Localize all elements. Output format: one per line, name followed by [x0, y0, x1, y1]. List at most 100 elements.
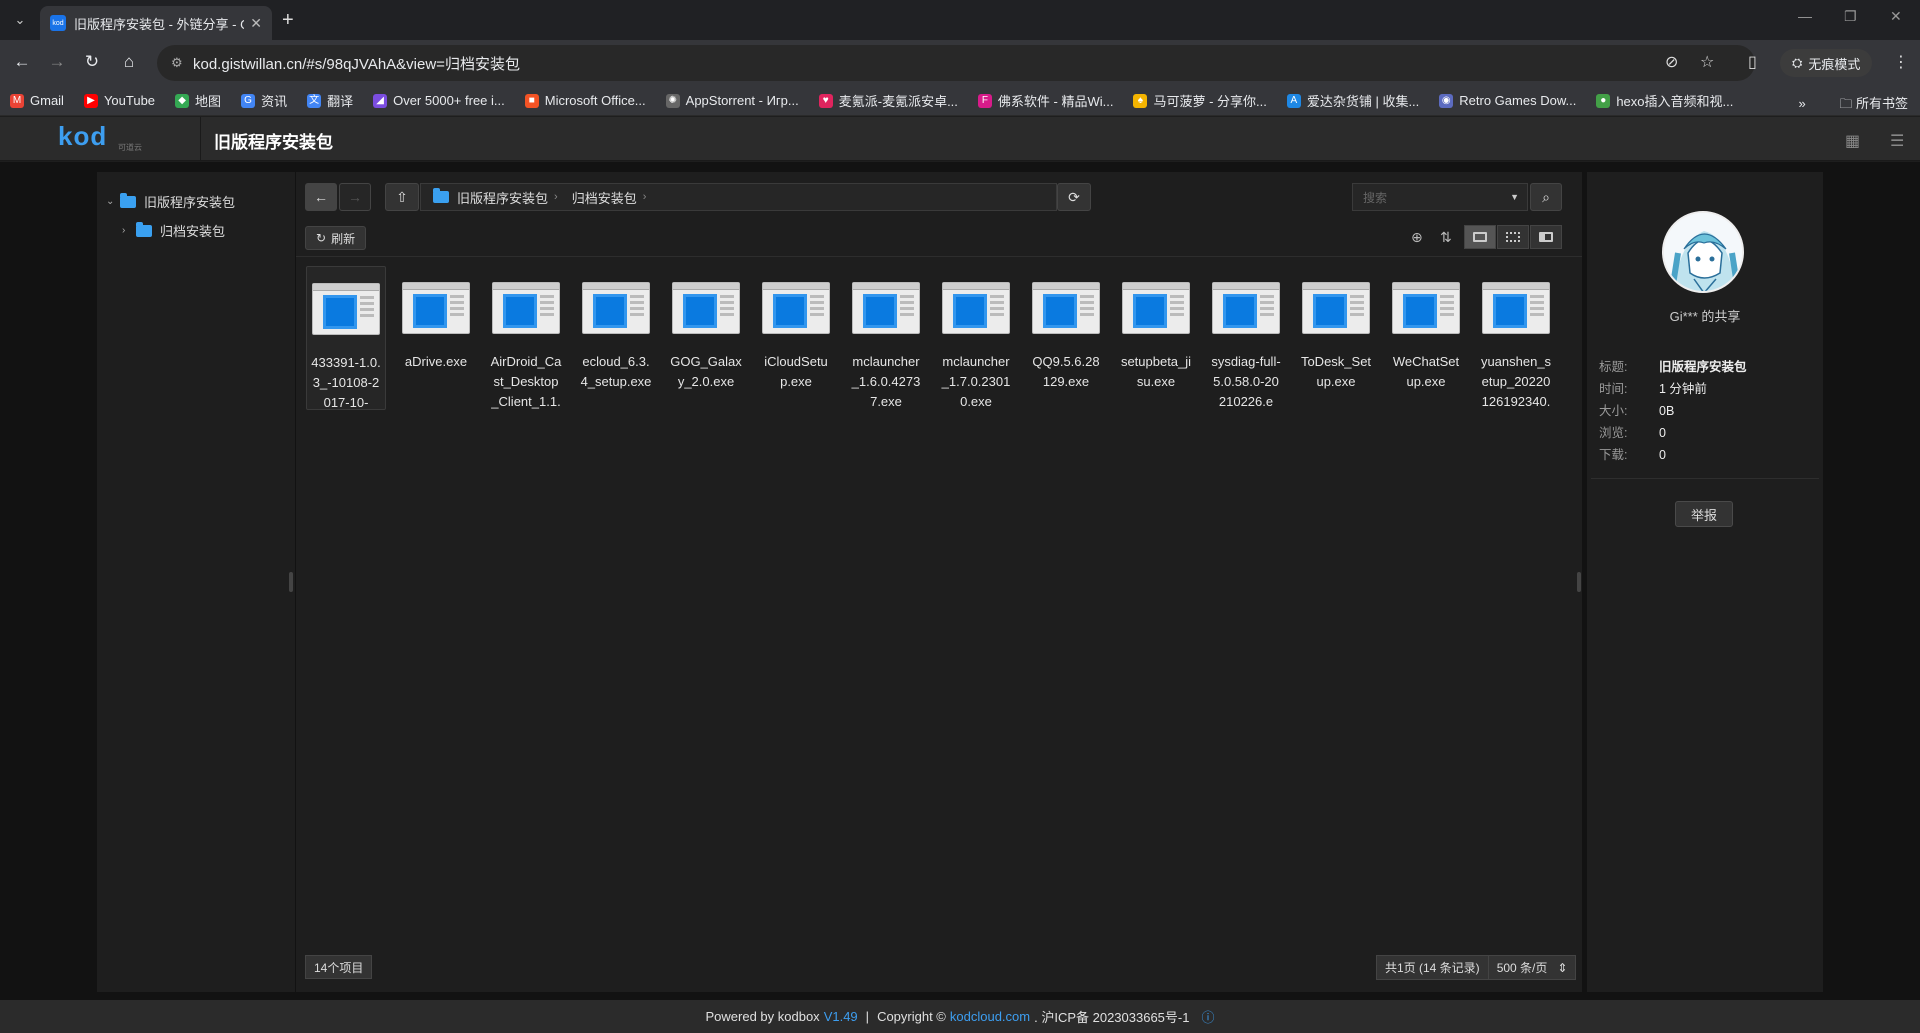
info-icon[interactable]: ⓘ	[1201, 1007, 1214, 1026]
file-item[interactable]: mclauncher_1.7.0.23010.exe	[936, 266, 1016, 410]
chevron-right-icon[interactable]: ›	[122, 225, 136, 236]
browser-tab-active[interactable]: kod 旧版程序安装包 - 外链分享 - G ✕	[40, 6, 272, 40]
view-split-mode-button[interactable]	[1530, 225, 1562, 249]
site-info-icon[interactable]: ⚙	[171, 55, 193, 71]
search-button[interactable]: ⌕	[1530, 183, 1562, 211]
left-splitter-handle[interactable]	[289, 572, 293, 592]
back-nav-button[interactable]: ←	[305, 183, 337, 211]
sort-icon[interactable]: ⇅	[1440, 229, 1452, 246]
avatar	[1662, 211, 1744, 293]
window-close-icon[interactable]: ✕	[1890, 8, 1902, 25]
restore-icon[interactable]: ❐	[1844, 8, 1857, 25]
side-panel-icon[interactable]: ▯	[1748, 52, 1757, 72]
footer-site-link[interactable]: kodcloud.com	[950, 1009, 1030, 1024]
icon-stripe	[450, 295, 464, 298]
bookmark-item[interactable]: 文翻译	[307, 91, 353, 110]
bookmark-item[interactable]: ♠ 马可菠萝 - 分享你...	[1133, 91, 1267, 110]
home-icon[interactable]: ⌂	[117, 52, 141, 72]
right-splitter-handle[interactable]	[1577, 572, 1581, 592]
bookmark-item[interactable]: G 资讯	[241, 91, 287, 110]
zoom-icon[interactable]: ⊕	[1411, 229, 1423, 246]
bookmark-label: 佛系软件 - 精品Wi...	[997, 94, 1114, 109]
share-info-panel	[1587, 172, 1823, 992]
up-folder-button[interactable]: ⇧	[385, 183, 419, 211]
report-button[interactable]: 举报	[1675, 501, 1733, 527]
all-bookmarks[interactable]: » 🗀 所有书签	[1798, 93, 1908, 117]
bookmark-item[interactable]: M Gmail	[10, 93, 64, 108]
breadcrumb-item[interactable]: 旧版程序安装包 ›	[433, 188, 558, 207]
reload-path-button[interactable]: ⟳	[1057, 183, 1091, 211]
file-item[interactable]: yuanshen_setup_20220126192340.	[1476, 266, 1556, 410]
new-tab-icon[interactable]: +	[282, 10, 294, 30]
incognito-badge[interactable]: ⛭ 无痕模式	[1780, 49, 1873, 77]
footer-icp[interactable]: . 沪ICP备 2023033665号-1	[1034, 1007, 1189, 1026]
file-item[interactable]: ToDesk_Setup.exe	[1296, 266, 1376, 410]
bookmark-item[interactable]: ■ Microsoft Office...	[524, 93, 646, 108]
grid-apps-icon[interactable]: ▦	[1845, 131, 1860, 151]
icon-stripe	[540, 295, 554, 298]
view-icon-mode-button[interactable]	[1464, 225, 1496, 249]
file-item[interactable]: setupbeta_jisu.exe	[1116, 266, 1196, 410]
reload-icon[interactable]: ↻	[80, 52, 104, 72]
forward-icon[interactable]: →	[45, 52, 69, 72]
back-icon[interactable]: ←	[10, 52, 34, 72]
info-key: 大小:	[1599, 404, 1628, 418]
search-input[interactable]: 搜索 ▼	[1352, 183, 1528, 211]
hamburger-menu-icon[interactable]: ☰	[1890, 131, 1904, 151]
file-item[interactable]: aDrive.exe	[396, 266, 476, 410]
bookmark-item[interactable]: ◉ Retro Games Dow...	[1439, 93, 1576, 108]
bookmark-item[interactable]: ● hexo插入音频和视...	[1596, 91, 1733, 110]
tree-item-archive[interactable]: › 归档安装包	[122, 221, 225, 240]
bookmark-item[interactable]: F 佛系软件 - 精品Wi...	[977, 91, 1114, 110]
breadcrumb-item[interactable]: 归档安装包 ›	[572, 188, 647, 207]
bookmark-item[interactable]: ◆ 地图	[175, 91, 221, 110]
exe-file-icon	[582, 282, 650, 334]
caret-down-icon[interactable]: ▼	[1510, 192, 1519, 202]
file-name: GOG_Galaxy_2.0.exe	[670, 354, 742, 389]
per-page-select[interactable]: 500 条/页 ⇕	[1489, 959, 1576, 976]
eye-off-icon[interactable]: ⊘	[1665, 52, 1678, 72]
file-name: setupbeta_jisu.exe	[1120, 354, 1192, 389]
exe-file-icon	[402, 282, 470, 334]
pagination[interactable]: 共1页 (14 条记录) 500 条/页 ⇕	[1376, 955, 1577, 980]
kod-logo[interactable]: kod	[58, 121, 107, 152]
bookmark-item[interactable]: ♥ 麦氪派-麦氪派安卓...	[818, 91, 958, 110]
file-item[interactable]: mclauncher_1.6.0.42737.exe	[846, 266, 926, 410]
exe-file-icon	[1302, 282, 1370, 334]
exe-file-icon	[1032, 282, 1100, 334]
forward-nav-button[interactable]: →	[339, 183, 371, 211]
bookmarks-overflow-icon[interactable]: »	[1798, 96, 1805, 111]
address-bar[interactable]: ⚙ kod.gistwillan.cn/#s/98qJVAhA&view=归档安…	[157, 45, 1755, 81]
file-item[interactable]: sysdiag-full-5.0.58.0-20210226.e	[1206, 266, 1286, 410]
tab-search-icon[interactable]: ⌄	[8, 8, 32, 32]
file-item[interactable]: iCloudSetup.exe	[756, 266, 836, 410]
tab-close-icon[interactable]: ✕	[250, 15, 262, 32]
info-value: 0B	[1659, 404, 1675, 418]
chevron-down-icon[interactable]: ⌄	[106, 196, 120, 207]
bookmark-item[interactable]: ▶ YouTube	[83, 93, 155, 108]
file-item[interactable]: QQ9.5.6.28129.exe	[1026, 266, 1106, 410]
file-item[interactable]: AirDroid_Cast_Desktop_Client_1.1.	[486, 266, 566, 410]
bookmark-label: 资讯	[261, 94, 288, 109]
bookmark-item[interactable]: A 爱达杂货铺 | 收集...	[1286, 91, 1419, 110]
kod-logo-sub: 可道云	[118, 143, 142, 152]
tree-item-root[interactable]: ⌄ 旧版程序安装包	[106, 192, 235, 211]
folder-icon	[136, 221, 152, 237]
browser-menu-icon[interactable]: ⋮	[1893, 52, 1909, 72]
footer-version-link[interactable]: V1.49	[824, 1009, 858, 1024]
bookmark-item[interactable]: ✺ AppStorrent - Игр...	[665, 93, 799, 108]
file-item[interactable]: WeChatSetup.exe	[1386, 266, 1466, 410]
bookmark-label: Over 5000+ free i...	[393, 93, 505, 108]
bookmark-star-icon[interactable]: ☆	[1700, 52, 1714, 72]
file-item[interactable]: ecloud_6.3.4_setup.exe	[576, 266, 656, 410]
arrow-up-icon: ⇧	[396, 188, 408, 205]
file-item[interactable]: 433391-1.0.3_-10108-2017-10-	[306, 266, 386, 410]
breadcrumb[interactable]: 旧版程序安装包 › 归档安装包 ›	[420, 183, 1057, 211]
view-list-mode-button[interactable]	[1497, 225, 1529, 249]
info-value: 1 分钟前	[1659, 382, 1707, 396]
bookmark-item[interactable]: ◢ Over 5000+ free i...	[373, 93, 505, 108]
refresh-button[interactable]: ↻ 刷新	[305, 226, 367, 250]
file-item[interactable]: GOG_Galaxy_2.0.exe	[666, 266, 746, 410]
exe-file-icon	[492, 282, 560, 334]
minimize-icon[interactable]: —	[1798, 8, 1812, 24]
